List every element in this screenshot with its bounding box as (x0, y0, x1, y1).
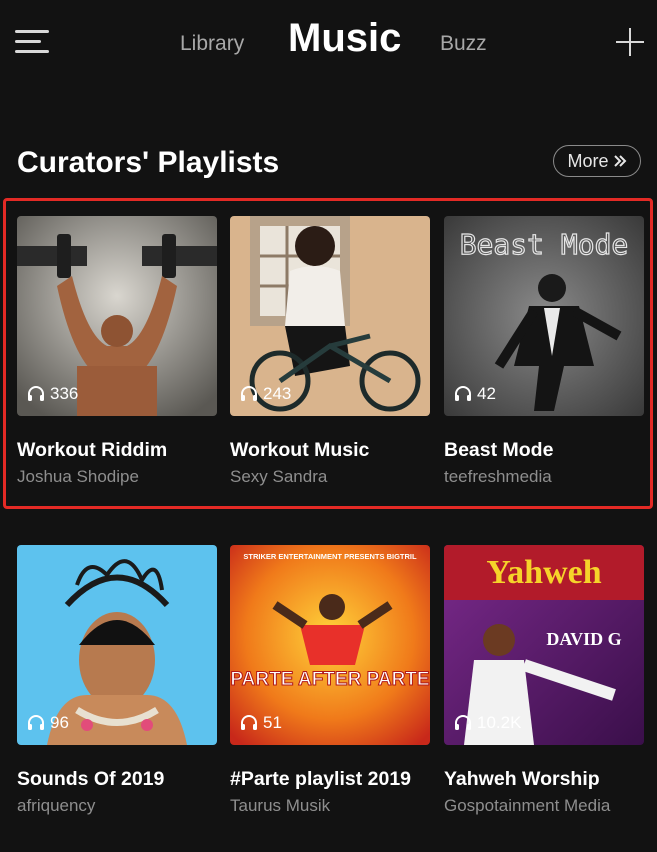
playlist-curator[interactable]: Gospotainment Media (444, 796, 644, 816)
cover-subtext: STRIKER ENTERTAINMENT PRESENTS BIGTRIL (243, 552, 417, 561)
playlist-title: Yahweh Worship (444, 768, 600, 790)
headphones-icon (455, 386, 471, 401)
headphones-icon (455, 715, 471, 730)
headphones-icon (28, 715, 44, 730)
playlist-cover: Yahweh DAVID G 10.2K (444, 545, 644, 745)
playlist-curator[interactable]: Joshua Shodipe (17, 467, 217, 487)
cover-title-text: Beast Mode (460, 228, 629, 261)
playlist-curator[interactable]: afriquency (17, 796, 217, 816)
headphones-icon (241, 386, 257, 401)
plus-icon[interactable] (616, 28, 644, 56)
playlist-card[interactable]: Yahweh DAVID G 10.2K Yahweh Worship Gosp… (444, 545, 644, 816)
playlist-curator[interactable]: teefreshmedia (444, 467, 644, 487)
playlist-title: Workout Music (230, 439, 370, 461)
section-title: Curators' Playlists (17, 146, 280, 179)
play-count: 51 (240, 713, 282, 733)
top-navigation: Library Music Buzz (0, 0, 657, 90)
play-count: 96 (27, 713, 69, 733)
cover-title-text: Yahweh (486, 554, 601, 591)
more-button[interactable]: More (553, 145, 641, 177)
playlist-title: Sounds Of 2019 (17, 768, 165, 790)
playlist-title: Workout Riddim (17, 439, 168, 461)
playlist-title: Beast Mode (444, 439, 554, 461)
tab-music[interactable]: Music (288, 16, 401, 61)
tab-buzz[interactable]: Buzz (440, 32, 487, 56)
play-count: 243 (240, 384, 291, 404)
playlist-curator[interactable]: Taurus Musik (230, 796, 430, 816)
playlist-title: #Parte playlist 2019 (230, 768, 412, 790)
playlist-cover: 336 (17, 216, 217, 416)
playlist-curator[interactable]: Sexy Sandra (230, 467, 430, 487)
tab-library[interactable]: Library (180, 32, 244, 56)
playlist-card[interactable]: Beast Mode 42 Beast Mode teefreshmedia (444, 216, 644, 487)
playlist-cover: STRIKER ENTERTAINMENT PRESENTS BIGTRIL P… (230, 545, 430, 745)
play-count: 336 (27, 384, 78, 404)
playlist-cover: Beast Mode 42 (444, 216, 644, 416)
headphones-icon (28, 386, 44, 401)
headphones-icon (241, 715, 257, 730)
play-count: 10.2K (454, 713, 521, 733)
cover-title-text: PARTE AFTER PARTE (230, 669, 429, 690)
playlist-card[interactable]: 243 Workout Music Sexy Sandra (230, 216, 430, 487)
playlist-cover: 96 (17, 545, 217, 745)
playlist-card[interactable]: 96 Sounds Of 2019 afriquency (17, 545, 217, 816)
play-count: 42 (454, 384, 496, 404)
playlist-card[interactable]: STRIKER ENTERTAINMENT PRESENTS BIGTRIL P… (230, 545, 430, 816)
playlist-cover: 243 (230, 216, 430, 416)
double-chevron-right-icon (613, 155, 626, 167)
cover-subtext: DAVID G (546, 629, 621, 649)
playlist-card[interactable]: 336 Workout Riddim Joshua Shodipe (17, 216, 217, 487)
more-label: More (567, 150, 609, 171)
menu-icon[interactable] (15, 28, 49, 56)
